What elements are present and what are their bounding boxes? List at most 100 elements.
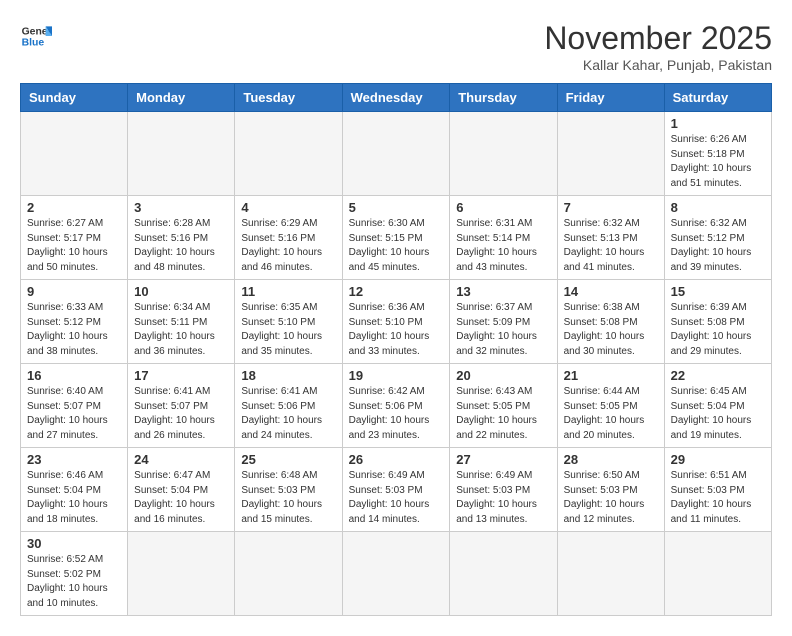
page-header: General Blue November 2025 Kallar Kahar,…	[20, 20, 772, 73]
weekday-header-row: SundayMondayTuesdayWednesdayThursdayFrid…	[21, 84, 772, 112]
calendar-cell: 19 Sunrise: 6:42 AM Sunset: 5:06 PM Dayli…	[342, 364, 450, 448]
day-info: Sunrise: 6:31 AM Sunset: 5:14 PM Dayligh…	[456, 217, 550, 275]
calendar-cell: 30Sunrise: 6:52 AM Sunset: 5:02 PM Dayli…	[21, 532, 128, 616]
calendar-cell: 24Sunrise: 6:47 AM Sunset: 5:04 PM Dayli…	[128, 448, 235, 532]
calendar-cell: 29Sunrise: 6:51 AM Sunset: 5:03 PM Dayli…	[664, 448, 771, 532]
day-info: Sunrise: 6:44 AM Sunset: 5:05 PM Dayligh…	[564, 385, 658, 443]
day-number: 14	[564, 284, 658, 299]
calendar-cell: 10Sunrise: 6:34 AM Sunset: 5:11 PM Dayli…	[128, 280, 235, 364]
logo: General Blue	[20, 20, 52, 52]
calendar-week-5: 23Sunrise: 6:46 AM Sunset: 5:04 PM Dayli…	[21, 448, 772, 532]
day-info: Sunrise: 6:48 AM Sunset: 5:03 PM Dayligh…	[241, 469, 335, 527]
calendar-cell: 26Sunrise: 6:49 AM Sunset: 5:03 PM Dayli…	[342, 448, 450, 532]
day-info: Sunrise: 6:38 AM Sunset: 5:08 PM Dayligh…	[564, 301, 658, 359]
day-number: 30	[27, 536, 121, 551]
title-block: November 2025 Kallar Kahar, Punjab, Paki…	[544, 20, 772, 73]
calendar-cell	[557, 532, 664, 616]
day-number: 28	[564, 452, 658, 467]
day-info: Sunrise: 6:46 AM Sunset: 5:04 PM Dayligh…	[27, 469, 121, 527]
day-info: Sunrise: 6:49 AM Sunset: 5:03 PM Dayligh…	[349, 469, 444, 527]
calendar-cell: 9Sunrise: 6:33 AM Sunset: 5:12 PM Daylig…	[21, 280, 128, 364]
day-info: Sunrise: 6:30 AM Sunset: 5:15 PM Dayligh…	[349, 217, 444, 275]
calendar-week-4: 16 Sunrise: 6:40 AM Sunset: 5:07 PM Dayli…	[21, 364, 772, 448]
calendar-cell: 12Sunrise: 6:36 AM Sunset: 5:10 PM Dayli…	[342, 280, 450, 364]
day-number: 22	[671, 368, 765, 383]
weekday-header-thursday: Thursday	[450, 84, 557, 112]
weekday-header-saturday: Saturday	[664, 84, 771, 112]
calendar-cell	[235, 112, 342, 196]
calendar-cell: 14 Sunrise: 6:38 AM Sunset: 5:08 PM Dayli…	[557, 280, 664, 364]
weekday-header-wednesday: Wednesday	[342, 84, 450, 112]
day-number: 13	[456, 284, 550, 299]
calendar-cell	[342, 112, 450, 196]
day-number: 19	[349, 368, 444, 383]
day-number: 2	[27, 200, 121, 215]
weekday-header-friday: Friday	[557, 84, 664, 112]
calendar-cell: 28 Sunrise: 6:50 AM Sunset: 5:03 PM Dayli…	[557, 448, 664, 532]
month-title: November 2025	[544, 20, 772, 57]
day-info: Sunrise: 6:43 AM Sunset: 5:05 PM Dayligh…	[456, 385, 550, 443]
day-info: Sunrise: 6:34 AM Sunset: 5:11 PM Dayligh…	[134, 301, 228, 359]
calendar-cell: 4 Sunrise: 6:29 AM Sunset: 5:16 PM Daylig…	[235, 196, 342, 280]
day-info: Sunrise: 6:28 AM Sunset: 5:16 PM Dayligh…	[134, 217, 228, 275]
day-number: 18	[241, 368, 335, 383]
calendar-week-1: 1 Sunrise: 6:26 AM Sunset: 5:18 PM Daylig…	[21, 112, 772, 196]
calendar-week-3: 9Sunrise: 6:33 AM Sunset: 5:12 PM Daylig…	[21, 280, 772, 364]
day-number: 11	[241, 284, 335, 299]
day-number: 24	[134, 452, 228, 467]
day-number: 9	[27, 284, 121, 299]
calendar-cell	[128, 112, 235, 196]
weekday-header-monday: Monday	[128, 84, 235, 112]
day-number: 15	[671, 284, 765, 299]
calendar-cell: 25 Sunrise: 6:48 AM Sunset: 5:03 PM Dayli…	[235, 448, 342, 532]
day-info: Sunrise: 6:32 AM Sunset: 5:13 PM Dayligh…	[564, 217, 658, 275]
day-number: 4	[241, 200, 335, 215]
calendar-cell: 6 Sunrise: 6:31 AM Sunset: 5:14 PM Daylig…	[450, 196, 557, 280]
calendar-cell: 5 Sunrise: 6:30 AM Sunset: 5:15 PM Daylig…	[342, 196, 450, 280]
calendar-cell: 16 Sunrise: 6:40 AM Sunset: 5:07 PM Dayli…	[21, 364, 128, 448]
calendar-cell	[128, 532, 235, 616]
location-subtitle: Kallar Kahar, Punjab, Pakistan	[544, 57, 772, 73]
calendar-cell: 7 Sunrise: 6:32 AM Sunset: 5:13 PM Daylig…	[557, 196, 664, 280]
calendar-cell: 1 Sunrise: 6:26 AM Sunset: 5:18 PM Daylig…	[664, 112, 771, 196]
day-info: Sunrise: 6:49 AM Sunset: 5:03 PM Dayligh…	[456, 469, 550, 527]
calendar-table: SundayMondayTuesdayWednesdayThursdayFrid…	[20, 83, 772, 616]
day-number: 1	[671, 116, 765, 131]
day-info: Sunrise: 6:41 AM Sunset: 5:06 PM Dayligh…	[241, 385, 335, 443]
day-info: Sunrise: 6:27 AM Sunset: 5:17 PM Dayligh…	[27, 217, 121, 275]
day-info: Sunrise: 6:42 AM Sunset: 5:06 PM Dayligh…	[349, 385, 444, 443]
day-info: Sunrise: 6:41 AM Sunset: 5:07 PM Dayligh…	[134, 385, 228, 443]
day-info: Sunrise: 6:37 AM Sunset: 5:09 PM Dayligh…	[456, 301, 550, 359]
calendar-cell	[450, 532, 557, 616]
day-number: 5	[349, 200, 444, 215]
day-info: Sunrise: 6:51 AM Sunset: 5:03 PM Dayligh…	[671, 469, 765, 527]
day-number: 6	[456, 200, 550, 215]
calendar-cell	[664, 532, 771, 616]
calendar-week-6: 30Sunrise: 6:52 AM Sunset: 5:02 PM Dayli…	[21, 532, 772, 616]
calendar-cell: 27Sunrise: 6:49 AM Sunset: 5:03 PM Dayli…	[450, 448, 557, 532]
day-info: Sunrise: 6:29 AM Sunset: 5:16 PM Dayligh…	[241, 217, 335, 275]
calendar-cell: 22Sunrise: 6:45 AM Sunset: 5:04 PM Dayli…	[664, 364, 771, 448]
calendar-cell: 23Sunrise: 6:46 AM Sunset: 5:04 PM Dayli…	[21, 448, 128, 532]
weekday-header-sunday: Sunday	[21, 84, 128, 112]
svg-text:Blue: Blue	[22, 38, 45, 49]
day-number: 7	[564, 200, 658, 215]
day-info: Sunrise: 6:40 AM Sunset: 5:07 PM Dayligh…	[27, 385, 121, 443]
day-info: Sunrise: 6:50 AM Sunset: 5:03 PM Dayligh…	[564, 469, 658, 527]
calendar-cell: 18 Sunrise: 6:41 AM Sunset: 5:06 PM Dayli…	[235, 364, 342, 448]
calendar-cell: 21Sunrise: 6:44 AM Sunset: 5:05 PM Dayli…	[557, 364, 664, 448]
calendar-cell: 17Sunrise: 6:41 AM Sunset: 5:07 PM Dayli…	[128, 364, 235, 448]
day-info: Sunrise: 6:39 AM Sunset: 5:08 PM Dayligh…	[671, 301, 765, 359]
day-info: Sunrise: 6:35 AM Sunset: 5:10 PM Dayligh…	[241, 301, 335, 359]
calendar-cell	[21, 112, 128, 196]
calendar-cell	[557, 112, 664, 196]
day-number: 8	[671, 200, 765, 215]
day-number: 16	[27, 368, 121, 383]
calendar-cell: 3Sunrise: 6:28 AM Sunset: 5:16 PM Daylig…	[128, 196, 235, 280]
day-info: Sunrise: 6:26 AM Sunset: 5:18 PM Dayligh…	[671, 133, 765, 191]
calendar-cell: 13 Sunrise: 6:37 AM Sunset: 5:09 PM Dayli…	[450, 280, 557, 364]
day-number: 25	[241, 452, 335, 467]
calendar-cell: 2 Sunrise: 6:27 AM Sunset: 5:17 PM Daylig…	[21, 196, 128, 280]
calendar-cell: 15 Sunrise: 6:39 AM Sunset: 5:08 PM Dayli…	[664, 280, 771, 364]
calendar-cell: 11 Sunrise: 6:35 AM Sunset: 5:10 PM Dayli…	[235, 280, 342, 364]
